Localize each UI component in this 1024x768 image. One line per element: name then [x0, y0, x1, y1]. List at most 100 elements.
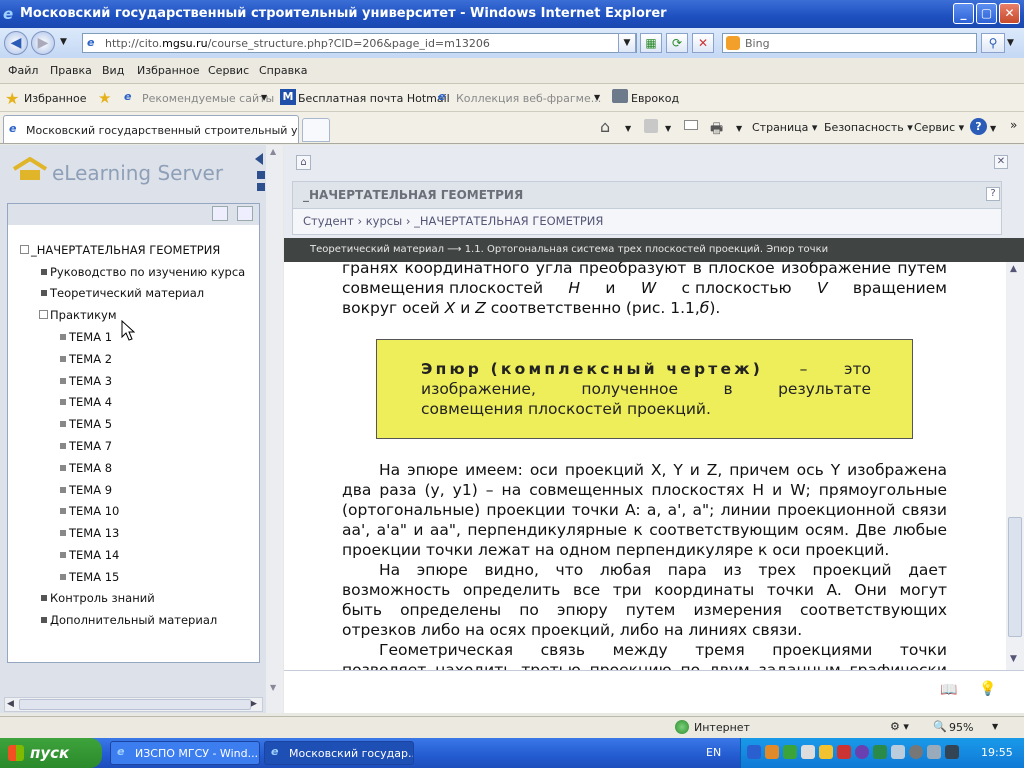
tree-item-theory[interactable]: Теоретический материал — [41, 286, 204, 300]
breadcrumb-courses[interactable]: курсы — [366, 214, 402, 228]
chevron-down-icon[interactable]: ▼ — [665, 124, 671, 133]
tree-item-guide[interactable]: Руководство по изучению курса — [41, 265, 245, 279]
close-pane-icon[interactable]: ✕ — [994, 155, 1008, 169]
tree-topic[interactable]: ТЕМА 7 — [60, 439, 112, 453]
favorites-button[interactable]: Избранное — [24, 92, 86, 105]
help-icon[interactable]: ? — [970, 118, 987, 135]
tree-topic[interactable]: ТЕМА 1 — [60, 330, 112, 344]
stop-icon[interactable]: ✕ — [692, 33, 714, 53]
menu-tools[interactable]: Сервис — [208, 64, 249, 77]
new-tab-button[interactable] — [302, 118, 330, 142]
back-button[interactable]: ◀ — [4, 31, 28, 55]
search-button[interactable]: ⚲ — [981, 33, 1005, 53]
tree-root[interactable]: _НАЧЕРТАТЕЛЬНАЯ ГЕОМЕТРИЯ — [20, 243, 220, 257]
tree-topic[interactable]: ТЕМА 4 — [60, 395, 112, 409]
tray-network-icon[interactable] — [891, 745, 905, 759]
tree-topic[interactable]: ТЕМА 3 — [60, 374, 112, 388]
breadcrumb-student[interactable]: Студент — [303, 214, 354, 228]
chevron-down-icon[interactable]: ▼ — [261, 93, 267, 102]
tree-view-icon[interactable] — [237, 206, 253, 221]
protected-mode-icon[interactable]: ⚙ ▾ — [890, 720, 909, 733]
chevron-down-icon[interactable]: ▼ — [594, 93, 600, 102]
tray-app-icon[interactable] — [837, 745, 851, 759]
tray-app-icon[interactable] — [783, 745, 797, 759]
address-bar[interactable]: e http://cito.mgsu.ru/course_structure.p… — [82, 33, 637, 53]
scroll-down-icon[interactable]: ▼ — [270, 683, 276, 692]
mail-icon[interactable] — [684, 120, 698, 130]
search-input[interactable]: Bing — [722, 33, 977, 53]
minimize-button[interactable]: _ — [953, 3, 974, 24]
breadcrumb-course[interactable]: _НАЧЕРТАТЕЛЬНАЯ ГЕОМЕТРИЯ — [414, 214, 603, 228]
scroll-down-icon[interactable]: ▼ — [1010, 654, 1017, 664]
tray-app-icon[interactable] — [909, 745, 923, 759]
fav-web-slice-gallery[interactable]: Коллекция веб-фрагме... — [456, 92, 601, 105]
search-options-icon[interactable]: ▼ — [1007, 38, 1014, 48]
tree-item-additional[interactable]: Дополнительный материал — [41, 613, 217, 627]
zoom-icon[interactable]: 🔍 — [933, 720, 947, 733]
tray-volume-icon[interactable] — [927, 745, 941, 759]
address-dropdown-button[interactable]: ▼ — [618, 33, 636, 53]
feeds-icon[interactable] — [644, 119, 658, 133]
refresh-icon[interactable]: ⟳ — [666, 33, 688, 53]
language-indicator[interactable]: EN — [706, 746, 721, 759]
scroll-up-icon[interactable]: ▲ — [270, 147, 276, 156]
tree-expand-icon[interactable] — [20, 245, 29, 254]
chevron-down-icon[interactable]: ▼ — [736, 124, 742, 133]
clock[interactable]: 19:55 — [981, 746, 1013, 759]
fav-eurocode[interactable]: Еврокод — [631, 92, 679, 105]
zoom-dropdown-icon[interactable]: ▼ — [992, 722, 998, 731]
tree-item-practicum[interactable]: Практикум — [39, 308, 117, 322]
scroll-thumb[interactable] — [19, 699, 251, 710]
favorites-star-icon[interactable]: ★ — [5, 89, 19, 108]
tray-app-icon[interactable] — [873, 745, 887, 759]
tab-active[interactable]: e Московский государственный строительны… — [3, 115, 299, 143]
print-icon[interactable]: 🖶 — [710, 118, 723, 142]
tree-topic[interactable]: ТЕМА 9 — [60, 483, 112, 497]
tree-topic[interactable]: ТЕМА 2 — [60, 352, 112, 366]
scroll-right-icon[interactable]: ▶ — [250, 699, 257, 709]
fav-suggested-sites[interactable]: Рекомендуемые сайты — [142, 92, 274, 105]
start-button[interactable]: пуск — [0, 738, 102, 768]
content-scrollbar[interactable]: ▲ ▼ — [1006, 262, 1024, 670]
expand-icon[interactable] — [257, 183, 265, 191]
tray-bluetooth-icon[interactable] — [747, 745, 761, 759]
divider-scrollbar[interactable]: ▲ ▼ — [266, 145, 283, 713]
tree-topic[interactable]: ТЕМА 14 — [60, 548, 119, 562]
close-button[interactable]: ✕ — [999, 3, 1020, 24]
expand-icon[interactable] — [257, 171, 265, 179]
collapse-sidebar-icon[interactable] — [255, 153, 263, 165]
forward-button[interactable]: ▶ — [31, 31, 55, 55]
history-dropdown-icon[interactable]: ▼ — [60, 37, 67, 47]
scroll-up-icon[interactable]: ▲ — [1010, 264, 1017, 274]
sidebar-hscroll[interactable]: ◀ ▶ — [4, 697, 263, 712]
fav-hotmail[interactable]: Бесплатная почта Hotmail — [298, 92, 450, 105]
add-favorite-icon[interactable]: ★ — [98, 89, 111, 107]
menu-edit[interactable]: Правка — [50, 64, 92, 77]
toolbar-overflow-icon[interactable]: » — [1010, 118, 1017, 132]
page-menu[interactable]: Страница ▾ — [752, 121, 817, 134]
maximize-button[interactable]: ▢ — [976, 3, 997, 24]
scroll-thumb[interactable] — [1008, 517, 1022, 637]
search-tree-icon[interactable] — [212, 206, 228, 221]
compatibility-view-icon[interactable]: ▦ — [640, 33, 662, 53]
tree-topic[interactable]: ТЕМА 5 — [60, 417, 112, 431]
safety-menu[interactable]: Безопасность ▾ — [824, 121, 913, 134]
chevron-down-icon[interactable]: ▼ — [625, 124, 631, 133]
tree-collapse-icon[interactable] — [39, 310, 48, 319]
menu-file[interactable]: Файл — [8, 64, 38, 77]
tree-topic[interactable]: ТЕМА 13 — [60, 526, 119, 540]
tray-app-icon[interactable] — [855, 745, 869, 759]
tree-topic[interactable]: ТЕМА 15 — [60, 570, 119, 584]
tray-app-icon[interactable] — [801, 745, 815, 759]
scroll-left-icon[interactable]: ◀ — [7, 699, 14, 709]
home-icon[interactable]: ⌂ — [600, 117, 610, 136]
tree-topic[interactable]: ТЕМА 10 — [60, 504, 119, 518]
help-icon[interactable]: ? — [986, 187, 1000, 201]
menu-view[interactable]: Вид — [102, 64, 124, 77]
home-icon[interactable]: ⌂ — [296, 155, 311, 170]
hint-icon[interactable]: 💡 — [979, 681, 996, 697]
tray-app-icon[interactable] — [945, 745, 959, 759]
zoom-level[interactable]: 95% — [949, 721, 973, 734]
tree-topic[interactable]: ТЕМА 8 — [60, 461, 112, 475]
menu-help[interactable]: Справка — [259, 64, 307, 77]
